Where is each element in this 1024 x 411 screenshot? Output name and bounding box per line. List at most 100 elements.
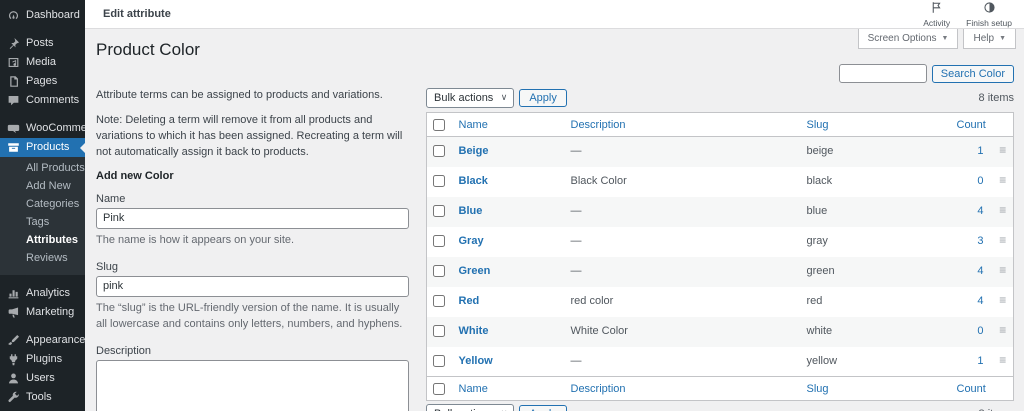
sidebar-subitem-attributes[interactable]: Attributes <box>0 232 85 250</box>
sort-count-header[interactable]: Count <box>957 383 986 395</box>
term-name-link[interactable]: Blue <box>459 205 483 217</box>
sidebar-item-woocommerce[interactable]: WooCommerce <box>0 119 85 138</box>
sidebar-item-comments[interactable]: Comments <box>0 91 85 110</box>
finish-setup-button[interactable]: Finish setup <box>966 1 1012 28</box>
sort-count-header[interactable]: Count <box>957 119 986 131</box>
apply-button[interactable]: Apply <box>519 89 567 107</box>
term-name-link[interactable]: Beige <box>459 145 489 157</box>
pages-icon <box>7 75 20 88</box>
search-color-button[interactable]: Search Color <box>931 64 1014 83</box>
screen-options-button[interactable]: Screen Options ▼ <box>857 29 959 49</box>
sidebar-item-tools[interactable]: Tools <box>0 388 85 407</box>
name-input[interactable] <box>96 207 409 229</box>
sidebar-item-label: Appearance <box>26 334 85 346</box>
sort-description-header[interactable]: Description <box>571 119 626 131</box>
search-input[interactable] <box>838 64 927 83</box>
drag-handle-icon[interactable]: ≡ <box>999 324 1008 336</box>
term-count-link[interactable]: 1 <box>957 355 983 367</box>
term-count-link[interactable]: 4 <box>957 265 983 277</box>
sidebar-item-media[interactable]: Media <box>0 53 85 72</box>
row-checkbox[interactable] <box>433 354 445 367</box>
sidebar-item-label: Comments <box>26 94 80 106</box>
sort-name-header[interactable]: Name <box>459 119 488 131</box>
slug-input[interactable] <box>96 275 409 297</box>
sidebar-item-settings[interactable]: Settings <box>0 407 85 411</box>
row-checkbox[interactable] <box>433 174 445 187</box>
drag-handle-icon[interactable]: ≡ <box>999 294 1008 306</box>
page-content: Product Color Attribute terms can be ass… <box>85 40 1024 411</box>
term-slug: blue <box>806 204 828 217</box>
activity-button[interactable]: Activity <box>923 1 950 28</box>
row-checkbox[interactable] <box>433 204 445 217</box>
drag-handle-icon[interactable]: ≡ <box>999 234 1008 246</box>
help-button[interactable]: Help ▼ <box>963 29 1016 49</box>
sidebar-subitem-reviews[interactable]: Reviews <box>0 250 85 268</box>
sidebar-item-label: Products <box>26 141 70 153</box>
term-name-link[interactable]: Gray <box>459 235 484 247</box>
sidebar-item-appearance[interactable]: Appearance <box>0 331 85 350</box>
apply-button[interactable]: Apply <box>519 405 567 411</box>
term-count-link[interactable]: 0 <box>957 175 983 187</box>
term-count-link[interactable]: 4 <box>957 295 983 307</box>
screen-options-label: Screen Options <box>867 33 937 44</box>
topbar-actions: Activity Finish setup <box>923 1 1024 28</box>
select-all-checkbox[interactable] <box>433 383 445 395</box>
add-new-heading: Add new Color <box>96 169 174 182</box>
row-checkbox[interactable] <box>433 264 445 277</box>
sort-slug-header[interactable]: Slug <box>807 383 829 395</box>
term-slug: white <box>806 324 833 337</box>
drag-handle-icon[interactable]: ≡ <box>999 174 1008 186</box>
term-count-link[interactable]: 1 <box>957 145 983 157</box>
term-row-yellow: Yellow — yellow 1 ≡ <box>427 347 1014 377</box>
sidebar-subitem-add-new[interactable]: Add New <box>0 178 85 196</box>
sidebar-item-products[interactable]: Products <box>0 138 85 157</box>
term-count-link[interactable]: 4 <box>957 205 983 217</box>
drag-handle-icon[interactable]: ≡ <box>999 204 1008 216</box>
topbar: Edit attribute Activity Finish setup <box>85 0 1024 29</box>
term-row-white: White White Color white 0 ≡ <box>426 316 1014 347</box>
bulk-actions-select[interactable]: Bulk actions ∨ <box>426 88 515 108</box>
sidebar-item-posts[interactable]: Posts <box>0 34 85 53</box>
sidebar-item-marketing[interactable]: Marketing <box>0 303 85 322</box>
appearance-icon <box>7 334 20 347</box>
sidebar-item-users[interactable]: Users <box>0 369 85 388</box>
sidebar-item-plugins[interactable]: Plugins <box>0 350 85 369</box>
sidebar-item-dashboard[interactable]: Dashboard <box>0 6 85 25</box>
term-name-link[interactable]: White <box>459 325 489 337</box>
select-all-checkbox[interactable] <box>433 119 445 131</box>
comments-icon <box>7 94 20 107</box>
bulk-actions-select[interactable]: Bulk actions ∨ <box>426 404 515 411</box>
sidebar-item-label: Media <box>26 56 56 68</box>
term-slug: beige <box>806 145 834 157</box>
sort-name-header[interactable]: Name <box>459 383 488 395</box>
sort-slug-header[interactable]: Slug <box>807 119 829 131</box>
row-checkbox[interactable] <box>433 294 445 307</box>
sort-description-header[interactable]: Description <box>571 383 626 395</box>
sidebar-subitem-categories[interactable]: Categories <box>0 196 85 214</box>
term-count-link[interactable]: 3 <box>957 235 983 247</box>
row-checkbox[interactable] <box>433 324 445 337</box>
sidebar-subitem-tags[interactable]: Tags <box>0 214 85 232</box>
term-name-link[interactable]: Black <box>459 175 488 187</box>
description-input[interactable] <box>96 359 409 411</box>
term-description: red color <box>570 294 614 307</box>
sidebar-item-pages[interactable]: Pages <box>0 72 85 91</box>
sidebar-item-label: Marketing <box>26 306 75 318</box>
term-count-link[interactable]: 0 <box>957 325 983 337</box>
sidebar-item-label: Analytics <box>26 287 71 299</box>
drag-handle-icon[interactable]: ≡ <box>999 354 1008 366</box>
term-name-link[interactable]: Yellow <box>459 355 493 367</box>
row-checkbox[interactable] <box>433 145 445 157</box>
term-name-link[interactable]: Green <box>459 265 491 277</box>
drag-handle-icon[interactable]: ≡ <box>999 264 1008 276</box>
term-name-link[interactable]: Red <box>459 295 480 307</box>
drag-handle-icon[interactable]: ≡ <box>999 144 1008 156</box>
row-checkbox[interactable] <box>433 234 445 247</box>
sidebar-subitem-all-products[interactable]: All Products <box>0 160 85 178</box>
chevron-down-icon: ▼ <box>941 35 949 42</box>
term-description: — <box>570 234 582 247</box>
terms-table-panel: Search Color Bulk actions ∨ Apply 8 item… <box>426 62 1014 411</box>
sidebar-item-analytics[interactable]: Analytics <box>0 284 85 303</box>
term-slug: yellow <box>806 354 838 367</box>
sidebar-item-label: WooCommerce <box>26 122 85 134</box>
